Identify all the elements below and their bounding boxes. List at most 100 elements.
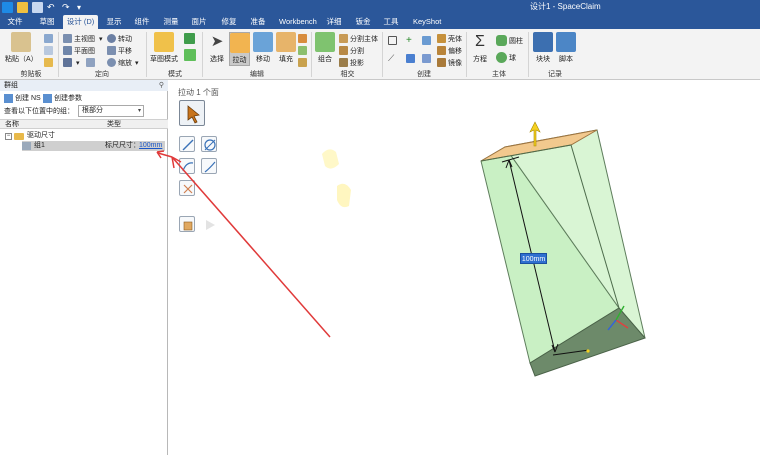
equation-button[interactable]: Σ 方程 [470, 32, 490, 64]
tree-node-driving-dimensions[interactable]: − 驱动尺寸 [5, 131, 165, 141]
blend-button[interactable] [298, 33, 309, 44]
cut-button[interactable] [44, 33, 55, 44]
ghost-shape [337, 183, 351, 208]
plus-icon: + [406, 35, 412, 46]
pin-icon[interactable]: ⚲ [159, 80, 164, 91]
pattern-button[interactable] [422, 53, 433, 64]
tab-tools[interactable]: 工具 [380, 15, 402, 29]
ghost-shape [322, 149, 339, 169]
move-button[interactable]: 移动 [253, 32, 273, 64]
sketch-mode-button[interactable]: 草图模式 [150, 32, 178, 64]
plane-button[interactable] [388, 35, 399, 46]
quick-access-toolbar: ↶ ↷ ▾ [2, 1, 92, 13]
script-button[interactable]: 脚本 [556, 32, 576, 64]
dimension-value-link[interactable]: 100mm [139, 141, 162, 151]
rotate-button[interactable]: 转动 [107, 33, 132, 44]
tab-display[interactable]: 显示 [103, 15, 125, 29]
view-cube-button[interactable]: ▾ [63, 57, 97, 68]
sphere-button[interactable]: 球 [496, 52, 516, 63]
paste-button[interactable]: 粘贴（A） [5, 32, 38, 64]
tweak-face-button[interactable] [298, 57, 309, 68]
tab-prepare[interactable]: 准备 [247, 15, 269, 29]
split-body-button[interactable]: 分割主体 [339, 33, 378, 44]
create-param-icon [43, 93, 52, 103]
save-icon[interactable] [32, 1, 43, 13]
replace-button[interactable] [298, 45, 309, 56]
home-view-button[interactable]: 主视图 ▾ [63, 33, 103, 44]
point-button[interactable]: + [406, 35, 417, 46]
cylinder-button[interactable]: 圆柱 [496, 35, 523, 46]
column-header: 名称 类型 [0, 119, 168, 129]
select-button[interactable]: ➤ 选择 [207, 32, 227, 64]
3d-mode-button[interactable] [184, 48, 198, 61]
column-name[interactable]: 名称 [5, 120, 19, 129]
collapse-icon[interactable]: − [5, 132, 12, 140]
group-divider [202, 32, 203, 77]
group-location-select[interactable]: 根部分 ▾ [78, 105, 144, 117]
model-viewport[interactable] [169, 80, 760, 455]
chevron-down-icon: ▾ [137, 108, 141, 114]
group-divider [146, 32, 147, 77]
rotate-icon [107, 34, 116, 43]
tab-file[interactable]: 文件 [4, 15, 26, 29]
title-bar: ↶ ↷ ▾ 设计1 - SpaceClaim [0, 0, 760, 14]
tab-assembly[interactable]: 组件 [131, 15, 153, 29]
offset-button[interactable]: 偏移 [437, 45, 462, 56]
plan-view-button[interactable]: 平面图 [63, 45, 95, 56]
clipboard-group-label: 剪贴板 [20, 71, 42, 78]
mode-group-label: 模式 [168, 71, 182, 78]
filter-label: 查看以下位置中的组： [4, 108, 74, 115]
tab-workbench[interactable]: Workbench [276, 15, 317, 29]
pull-icon [229, 33, 250, 53]
intersect-group-label: 相交 [340, 71, 355, 78]
redo-icon[interactable]: ↷ [62, 2, 73, 13]
block-button[interactable]: 块块 [533, 32, 553, 64]
split-button[interactable]: 分割 [339, 45, 364, 56]
format-painter-button[interactable] [44, 57, 55, 68]
pencil-icon [154, 32, 174, 52]
create-ns-button[interactable]: 创建 NS [4, 93, 41, 103]
project-button[interactable]: 投影 [339, 57, 364, 68]
group-divider [58, 32, 59, 77]
shell-button[interactable]: 壳体 [437, 33, 462, 44]
fill-button[interactable]: 填充 [276, 32, 296, 64]
scissors-icon [44, 34, 53, 43]
axis-button[interactable] [422, 35, 433, 46]
fill-icon [276, 32, 296, 52]
column-type[interactable]: 类型 [107, 120, 121, 129]
tab-keyshot[interactable]: KeyShot [410, 15, 441, 29]
tab-sketch[interactable]: 草图 [36, 15, 58, 29]
tree-item-group1[interactable]: 组1 标尺尺寸： 100mm [22, 141, 165, 151]
line-icon: ⟋ [388, 53, 395, 63]
zoom-icon [107, 58, 116, 67]
tab-sheet-metal[interactable]: 钣金 [352, 15, 374, 29]
line-button[interactable]: ⟋ [388, 53, 399, 64]
mirror-button[interactable]: 镜像 [437, 57, 462, 68]
tab-facets[interactable]: 面片 [188, 15, 210, 29]
pan-button[interactable]: 平移 [107, 45, 132, 56]
pull-button[interactable]: 拉动 [229, 32, 250, 66]
edit-group-label: 编辑 [250, 71, 264, 78]
section-mode-button[interactable] [184, 33, 197, 44]
customize-dropdown-icon[interactable]: ▾ [77, 2, 88, 13]
dimension-value-label[interactable]: 100mm [520, 253, 547, 264]
tab-measure[interactable]: 测量 [160, 15, 182, 29]
combine-button[interactable]: 组合 [315, 32, 335, 64]
undo-icon[interactable]: ↶ [47, 2, 58, 13]
tab-repair[interactable]: 修复 [218, 15, 240, 29]
solid-cube-icon [184, 48, 196, 61]
plan-view-icon [63, 46, 72, 55]
design-canvas[interactable]: 拉动 1 个面 100mm [169, 80, 760, 455]
create-param-button[interactable]: 创建参数 [43, 93, 82, 103]
open-folder-icon[interactable] [17, 1, 28, 13]
tab-detail[interactable]: 详细 [323, 15, 345, 29]
copy-button[interactable] [44, 45, 55, 56]
pattern-icon [422, 54, 431, 63]
brush-icon [44, 58, 53, 67]
zoom-button[interactable]: 缩放 ▾ [107, 57, 139, 68]
tab-design[interactable]: 设计 (D) [63, 15, 98, 29]
offset-icon [437, 46, 446, 55]
section-mode-icon [184, 33, 195, 44]
combine-icon [315, 32, 335, 52]
origin-button[interactable] [406, 53, 417, 64]
